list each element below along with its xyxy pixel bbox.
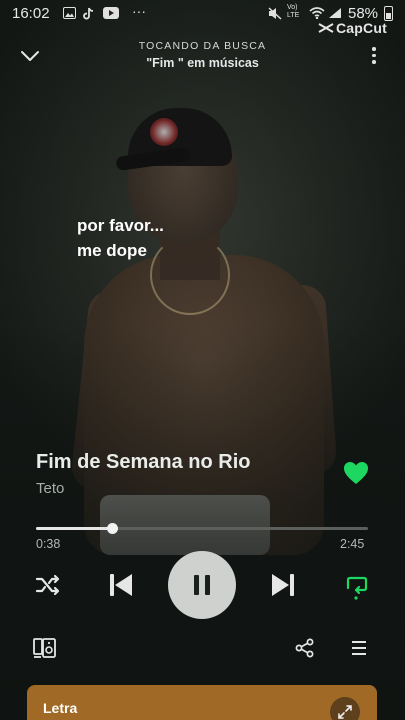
kebab-menu-icon xyxy=(372,47,376,51)
kebab-dot xyxy=(372,53,376,57)
shuffle-button[interactable] xyxy=(34,572,62,598)
progress-bar[interactable] xyxy=(36,523,368,534)
like-button[interactable] xyxy=(342,460,370,486)
playing-context-source[interactable]: "Fim " em músicas xyxy=(70,56,335,70)
progress-handle[interactable] xyxy=(106,523,118,534)
track-artist[interactable]: Teto xyxy=(36,480,64,497)
pause-button[interactable] xyxy=(168,551,236,619)
chevron-down-icon xyxy=(21,51,39,61)
elapsed-time: 0:38 xyxy=(36,537,61,551)
heart-filled-icon xyxy=(344,462,368,484)
youtube-icon xyxy=(103,7,119,22)
track-title[interactable]: Fim de Semana no Rio xyxy=(36,451,250,474)
repeat-button[interactable] xyxy=(341,571,371,601)
next-button[interactable] xyxy=(268,570,298,600)
more-notifications-icon: ··· xyxy=(132,3,146,19)
repeat-icon xyxy=(346,576,368,600)
share-icon xyxy=(295,638,314,658)
capcut-label: CapCut xyxy=(336,20,387,36)
expand-icon xyxy=(338,705,352,719)
playing-context-label: TOCANDO DA BUSCA xyxy=(138,40,267,52)
lyric-line: me dope xyxy=(77,241,147,260)
kebab-dot xyxy=(372,60,376,64)
expand-lyrics-button[interactable] xyxy=(330,697,360,720)
skip-previous-icon xyxy=(110,574,132,596)
connect-devices-button[interactable] xyxy=(32,636,58,660)
volte-label: Vo) xyxy=(287,4,298,11)
shuffle-icon xyxy=(35,574,60,596)
battery-icon xyxy=(384,6,393,21)
network-label: LTE xyxy=(287,12,300,19)
queue-icon xyxy=(352,641,366,655)
lyrics-card-label: Letra xyxy=(43,700,78,716)
queue-button[interactable] xyxy=(349,638,369,658)
more-options-button[interactable] xyxy=(364,44,384,68)
total-duration: 2:45 xyxy=(340,537,365,551)
connect-devices-icon xyxy=(33,638,56,658)
capcut-watermark: CapCut xyxy=(318,20,387,36)
share-button[interactable] xyxy=(294,637,316,659)
previous-button[interactable] xyxy=(106,570,136,600)
progress-fill xyxy=(36,527,113,530)
tiktok-icon xyxy=(83,7,95,23)
skip-next-icon xyxy=(272,574,294,596)
mute-icon xyxy=(268,7,282,23)
status-time: 16:02 xyxy=(12,5,50,22)
gallery-icon xyxy=(63,7,76,22)
collapse-button[interactable] xyxy=(16,44,44,68)
pause-icon-bar xyxy=(205,575,210,595)
pause-icon xyxy=(194,575,199,595)
lyrics-card[interactable]: Letra xyxy=(27,685,377,720)
capcut-logo-icon xyxy=(318,23,334,33)
volte-indicator: Vo) LTE xyxy=(287,4,299,20)
lyric-line: por favor... xyxy=(77,216,164,235)
